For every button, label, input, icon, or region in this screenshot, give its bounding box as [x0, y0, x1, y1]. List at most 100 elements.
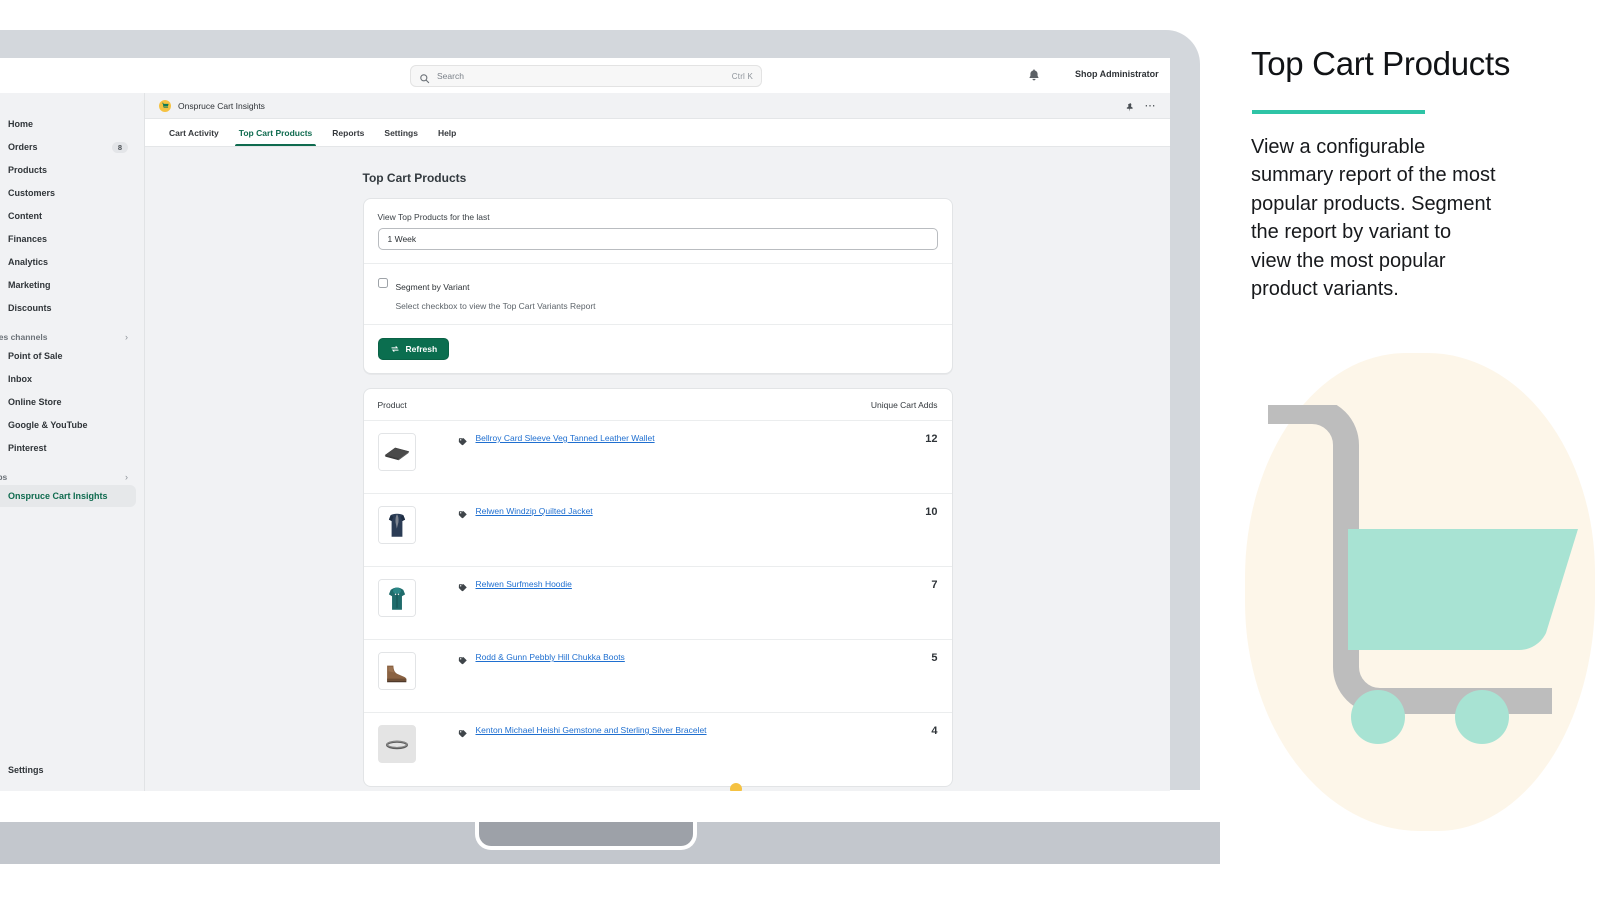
wallet-thumbnail [377, 433, 416, 471]
table-row[interactable]: Kenton Michael Heishi Gemstone and Sterl… [364, 713, 952, 786]
bell-icon[interactable] [1027, 68, 1041, 82]
sidebar-item-analytics[interactable]: Analytics [0, 251, 136, 273]
sidebar-item-customers[interactable]: Customers [0, 182, 136, 204]
sidebar-item-pinterest[interactable]: Pinterest [0, 437, 136, 459]
app-tabbar: Cart Activity Top Cart Products Reports … [145, 119, 1170, 147]
app-content-area: Top Cart Products View Top Products for … [145, 147, 1170, 791]
range-value: 1 Week [387, 234, 417, 244]
sidebar-item-label: Products [8, 165, 48, 175]
sidebar-item-marketing[interactable]: Marketing [0, 274, 136, 296]
refresh-icon [390, 344, 400, 354]
sidebar-item-products[interactable]: Products [0, 159, 136, 181]
product-link[interactable]: Rodd & Gunn Pebbly Hill Chukka Boots [476, 652, 625, 662]
refresh-button[interactable]: Refresh [377, 338, 450, 360]
sidebar-sales-channels-header[interactable]: Sales channels › [0, 320, 144, 345]
search-input[interactable]: Search Ctrl K [410, 65, 762, 87]
report-config-card: View Top Products for the last 1 Week Se… [362, 198, 953, 374]
range-section: View Top Products for the last 1 Week [364, 199, 952, 263]
pin-icon[interactable] [1124, 100, 1135, 112]
tab-label: Settings [384, 127, 418, 138]
info-panel: Top Cart Products View a configurable su… [1220, 0, 1600, 900]
sidebar-item-home[interactable]: Home [0, 113, 136, 135]
product-cell: Kenton Michael Heishi Gemstone and Sterl… [416, 725, 846, 738]
top-products-table: Product Unique Cart Adds Bellroy Card Sl… [362, 388, 953, 787]
tab-label: Reports [332, 127, 365, 138]
sidebar-apps-header[interactable]: Apps › [0, 460, 144, 485]
tab-label: Help [437, 127, 457, 138]
page-title: Top Cart Products [362, 171, 467, 185]
product-tag-icon [458, 653, 468, 665]
search-placeholder: Search [437, 71, 464, 81]
sidebar-item-inbox[interactable]: Inbox [0, 368, 136, 390]
sidebar-item-google-youtube[interactable]: Google & YouTube [0, 414, 136, 436]
screenshot-stage: Search Ctrl K Shop Administrator Home Or… [0, 0, 1600, 900]
table-row[interactable]: Relwen Surfmesh Hoodie 7 [363, 567, 952, 640]
tab-cart-activity[interactable]: Cart Activity [159, 119, 229, 146]
unique-cart-adds-value: 7 [931, 579, 938, 591]
sidebar-item-settings[interactable]: Settings [0, 759, 52, 781]
table-header-row: Product Unique Cart Adds [363, 389, 952, 421]
range-select[interactable]: 1 Week [377, 228, 938, 250]
product-link[interactable]: Relwen Windzip Quilted Jacket [476, 506, 593, 516]
product-link[interactable]: Kenton Michael Heishi Gemstone and Sterl… [476, 725, 707, 735]
sidebar-settings-label: Settings [8, 765, 44, 775]
boot-thumbnail [377, 652, 416, 690]
scroll-indicator-dot [730, 783, 742, 791]
unique-cart-adds-value: 10 [925, 506, 938, 518]
product-tag-icon [458, 507, 468, 519]
segment-section: Segment by Variant Select checkbox to vi… [364, 264, 952, 324]
sidebar-item-label: Online Store [8, 397, 62, 407]
sidebar-item-label: Finances [8, 234, 48, 244]
sidebar-item-label: Orders [8, 142, 38, 152]
sidebar-item-onspruce-cart-insights[interactable]: Onspruce Cart Insights [0, 485, 136, 507]
sidebar-item-content[interactable]: Content [0, 205, 136, 227]
sidebar-item-finances[interactable]: Finances [0, 228, 136, 250]
sidebar-item-online-store[interactable]: Online Store [0, 391, 136, 413]
table-row[interactable]: Bellroy Card Sleeve Veg Tanned Leather W… [363, 421, 952, 494]
segment-by-variant-checkbox[interactable] [377, 278, 388, 288]
embedded-app-frame: Onspruce Cart Insights ⋯ Cart Activity T… [145, 93, 1170, 791]
sidebar-item-point-of-sale[interactable]: Point of Sale [0, 345, 136, 367]
table-row[interactable]: Relwen Windzip Quilted Jacket 10 [363, 494, 952, 567]
tab-settings[interactable]: Settings [374, 119, 428, 146]
sidebar-item-label: Marketing [8, 280, 51, 290]
product-cell: Bellroy Card Sleeve Veg Tanned Leather W… [416, 433, 846, 446]
unique-cart-adds-value: 12 [925, 433, 938, 445]
table-row[interactable]: Rodd & Gunn Pebbly Hill Chukka Boots 5 [363, 640, 952, 713]
section-label: Sales channels [0, 332, 48, 342]
segment-checkbox-label: Segment by Variant [395, 282, 470, 292]
product-cell: Rodd & Gunn Pebbly Hill Chukka Boots [416, 652, 846, 665]
app-header-bar: Onspruce Cart Insights ⋯ [145, 93, 1170, 119]
segment-checkbox-row[interactable]: Segment by Variant Select checkbox to vi… [377, 277, 938, 311]
search-shortcut-hint: Ctrl K [731, 71, 753, 81]
actions-section: Refresh [364, 325, 952, 373]
search-icon [419, 71, 430, 83]
sidebar-item-discounts[interactable]: Discounts [0, 297, 136, 319]
shopify-admin-window: Search Ctrl K Shop Administrator Home Or… [0, 58, 1170, 791]
range-label: View Top Products for the last [377, 212, 490, 222]
refresh-label: Refresh [405, 344, 438, 354]
global-topbar: Search Ctrl K Shop Administrator [0, 58, 1170, 93]
sidebar-apps-list: Onspruce Cart Insights [0, 485, 144, 507]
sidebar-item-label: Pinterest [8, 443, 47, 453]
column-header-product: Product [377, 399, 407, 410]
product-tag-icon [458, 580, 468, 592]
info-panel-body: View a configurable summary report of th… [1251, 136, 1496, 300]
tab-reports[interactable]: Reports [322, 119, 374, 146]
product-tag-icon [458, 726, 468, 738]
product-link[interactable]: Bellroy Card Sleeve Veg Tanned Leather W… [476, 433, 655, 443]
segment-checkbox-text: Segment by Variant Select checkbox to vi… [396, 277, 596, 311]
sidebar-item-label: Content [8, 211, 42, 221]
tab-help[interactable]: Help [428, 119, 466, 146]
sidebar-item-label: Customers [8, 188, 56, 198]
product-cell: Relwen Surfmesh Hoodie [416, 579, 846, 592]
sidebar-item-label: Analytics [8, 257, 49, 267]
tab-top-cart-products[interactable]: Top Cart Products [229, 119, 323, 146]
product-link[interactable]: Relwen Surfmesh Hoodie [476, 579, 572, 589]
sidebar-item-orders[interactable]: Orders 8 [0, 136, 136, 158]
bracelet-thumbnail [377, 725, 416, 763]
account-label[interactable]: Shop Administrator [1075, 69, 1159, 79]
product-cell: Relwen Windzip Quilted Jacket [416, 506, 846, 519]
more-horizontal-icon[interactable]: ⋯ [1145, 100, 1157, 111]
info-panel-title: Top Cart Products [1251, 45, 1511, 82]
